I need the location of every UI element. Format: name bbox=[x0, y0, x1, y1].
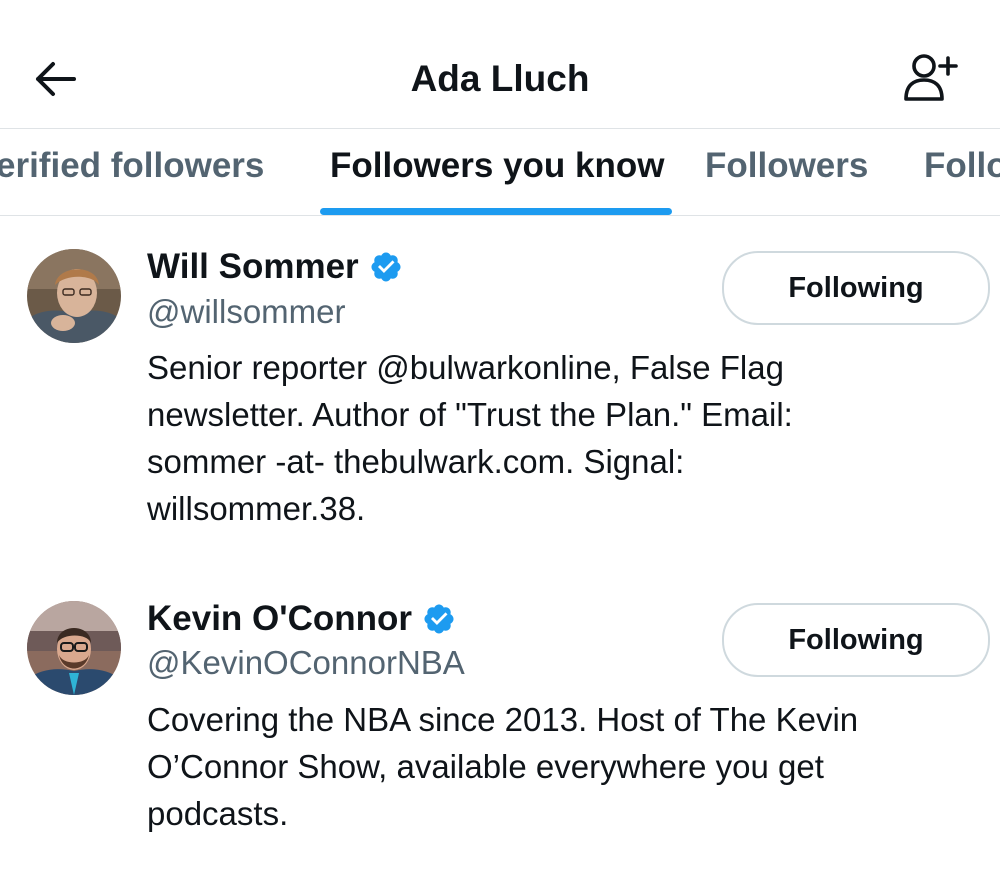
avatar[interactable] bbox=[27, 249, 121, 343]
user-name[interactable]: Kevin O'Connor bbox=[147, 598, 412, 640]
user-name[interactable]: Will Sommer bbox=[147, 246, 359, 288]
user-bio: Senior reporter @bulwarkonline, False Fl… bbox=[147, 349, 793, 527]
page-title: Ada Lluch bbox=[410, 58, 590, 99]
tab-verified-followers[interactable]: erified followers bbox=[0, 145, 264, 187]
tab-following[interactable]: Follo bbox=[924, 145, 1000, 187]
user-cell-will-sommer[interactable]: Will Sommer @willsommer Senior reporter … bbox=[0, 216, 1000, 556]
add-user-button[interactable] bbox=[898, 50, 962, 106]
avatar-image bbox=[27, 601, 121, 695]
name-line: Will Sommer bbox=[147, 246, 403, 288]
user-handle[interactable]: @KevinOConnorNBA bbox=[147, 642, 465, 684]
following-button[interactable]: Following bbox=[722, 603, 990, 677]
tab-followers[interactable]: Followers bbox=[705, 145, 868, 187]
tab-followers-you-know[interactable]: Followers you know bbox=[330, 145, 664, 187]
followers-tab-bar: erified followers Followers you know Fol… bbox=[0, 129, 1000, 215]
following-button[interactable]: Following bbox=[722, 251, 990, 325]
user-bio: Covering the NBA since 2013. Host of The… bbox=[147, 701, 859, 832]
active-tab-indicator bbox=[320, 208, 672, 215]
user-cell-kevin-oconnor[interactable]: Kevin O'Connor @KevinOConnorNBA Covering… bbox=[0, 570, 1000, 860]
top-bar: Ada Lluch bbox=[0, 0, 1000, 128]
verified-badge-icon bbox=[424, 604, 454, 634]
person-add-icon bbox=[904, 54, 958, 101]
user-handle[interactable]: @willsommer bbox=[147, 291, 346, 333]
avatar-image bbox=[27, 249, 121, 343]
verified-badge-icon bbox=[371, 252, 401, 282]
avatar[interactable] bbox=[27, 601, 121, 695]
name-line: Kevin O'Connor bbox=[147, 598, 456, 640]
